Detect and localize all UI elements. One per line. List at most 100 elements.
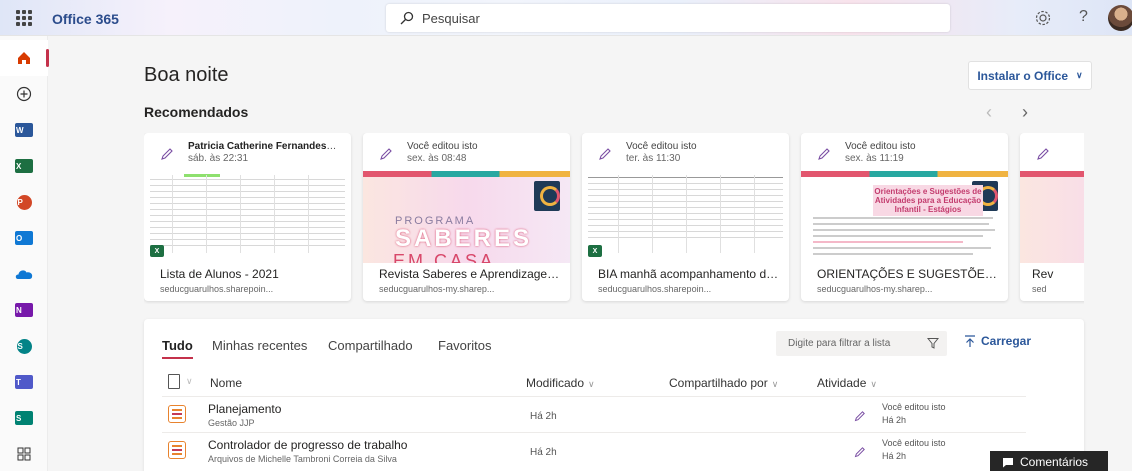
card-thumbnail: PROGRAMA SABERES EM CASA: [363, 171, 570, 263]
rail-sway[interactable]: S: [0, 400, 48, 436]
recommended-card[interactable]: Patricia Catherine Fernandes e... sáb. à…: [144, 133, 351, 301]
rail-teams[interactable]: T: [0, 364, 48, 400]
card-site: seducguarulhos.sharepoin...: [160, 284, 274, 294]
search-input[interactable]: [422, 10, 922, 26]
excel-icon: X: [15, 159, 33, 173]
recommended-card[interactable]: Você editou isto sex. às 11:19 Orientaçõ…: [801, 133, 1008, 301]
powerpoint-icon: P: [16, 194, 32, 210]
card-activity: Você editou isto ter. às 11:30: [582, 133, 789, 171]
card-activity-time: sáb. às 22:31: [188, 153, 249, 164]
card-site: sed: [1032, 284, 1047, 294]
comment-icon: [1003, 457, 1013, 467]
feedback-label: Comentários: [1020, 455, 1089, 469]
add-icon: [16, 86, 32, 102]
edit-pencil-icon: [854, 447, 865, 458]
card-activity-text: Você editou isto: [407, 141, 478, 152]
edit-pencil-icon: [599, 148, 611, 160]
promo-subtitle-text: EM CASA: [393, 251, 496, 263]
column-shared-by[interactable]: Compartilhado por ∨: [669, 376, 778, 390]
app-launcher-icon[interactable]: [14, 8, 34, 28]
card-activity-text: Patricia Catherine Fernandes e...: [188, 141, 338, 152]
file-name[interactable]: Planejamento: [208, 402, 281, 416]
edit-pencil-icon: [818, 148, 830, 160]
tab-favorites[interactable]: Favoritos: [438, 338, 491, 353]
file-activity: Você editou isto: [882, 402, 946, 412]
rail-onenote[interactable]: N: [0, 292, 48, 328]
promo-title-text: SABERES: [395, 225, 533, 252]
card-title: Lista de Alunos - 2021: [160, 267, 279, 281]
page-title: Boa noite: [144, 64, 229, 86]
feedback-button[interactable]: Comentários: [990, 451, 1108, 471]
recommended-card[interactable]: Você editou isto ter. às 11:30 X BIA man…: [582, 133, 789, 301]
top-bar: Office 365 ?: [0, 0, 1132, 36]
card-activity-text: Você editou isto: [626, 141, 697, 152]
upload-icon: [965, 334, 975, 347]
recommended-heading: Recomendados: [144, 104, 249, 120]
rail-powerpoint[interactable]: P: [0, 184, 48, 220]
tab-recent[interactable]: Minhas recentes: [212, 338, 307, 353]
rail-home[interactable]: [0, 40, 49, 76]
upload-button[interactable]: Carregar: [964, 334, 1031, 348]
edit-pencil-icon: [380, 148, 392, 160]
rail-sharepoint[interactable]: S: [0, 328, 48, 364]
file-activity-time: Há 2h: [882, 451, 907, 461]
file-modified: Há 2h: [530, 447, 557, 458]
files-panel: Tudo Minhas recentes Compartilhado Favor…: [144, 319, 1084, 471]
filter-box[interactable]: [776, 331, 947, 356]
card-activity-text: Você editou isto: [845, 141, 916, 152]
home-icon: [18, 52, 30, 64]
rail-create[interactable]: [0, 76, 48, 112]
teams-icon: T: [15, 375, 33, 389]
help-button[interactable]: ?: [1079, 8, 1088, 26]
edit-pencil-icon: [854, 411, 865, 422]
app-name[interactable]: Office 365: [52, 11, 119, 27]
all-apps-icon: [17, 447, 31, 461]
tab-shared[interactable]: Compartilhado: [328, 338, 413, 353]
file-location: Gestão JJP: [208, 418, 255, 428]
recommended-card[interactable]: Você editou isto sex. às 08:48 PROGRAMA …: [363, 133, 570, 301]
chevron-down-icon[interactable]: ∨: [186, 376, 193, 387]
file-name[interactable]: Controlador de progresso de trabalho: [208, 438, 407, 452]
rail-outlook[interactable]: O: [0, 220, 48, 256]
onedrive-icon: [15, 270, 33, 279]
main-content: Boa noite Instalar o Office ∨ Recomendad…: [48, 36, 1132, 471]
search-box[interactable]: [386, 4, 950, 32]
word-icon: W: [15, 123, 33, 137]
rail-word[interactable]: W: [0, 112, 48, 148]
card-title: Revista Saberes e Aprendizagem - ...: [379, 267, 565, 281]
file-type-column-icon[interactable]: [168, 374, 180, 389]
card-activity-time: sex. às 11:19: [845, 153, 904, 164]
upload-label: Carregar: [981, 334, 1032, 348]
onenote-icon: N: [15, 303, 33, 317]
column-activity[interactable]: Atividade ∨: [817, 376, 877, 390]
rail-onedrive[interactable]: [0, 256, 48, 292]
avatar[interactable]: [1108, 5, 1132, 31]
column-name[interactable]: Nome: [210, 376, 242, 390]
app-rail: W X P O N S T S: [0, 36, 49, 471]
filter-input[interactable]: [788, 338, 918, 349]
file-row[interactable]: Planejamento Gestão JJP Há 2h Você edito…: [162, 396, 1026, 432]
card-thumbnail: X: [582, 171, 789, 263]
carousel-prev-icon[interactable]: ‹: [986, 102, 992, 123]
filter-icon[interactable]: [927, 337, 939, 349]
rail-excel[interactable]: X: [0, 148, 48, 184]
card-thumbnail: Orientações e Sugestões de Atividades pa…: [801, 171, 1008, 263]
install-office-button[interactable]: Instalar o Office ∨: [968, 61, 1092, 90]
card-thumbnail: X: [144, 171, 351, 263]
file-activity: Você editou isto: [882, 438, 946, 448]
file-row[interactable]: Controlador de progresso de trabalho Arq…: [162, 432, 1026, 468]
recommended-card[interactable]: Rev sed: [1020, 133, 1084, 301]
outlook-icon: O: [15, 231, 33, 245]
rail-all-apps[interactable]: [0, 436, 48, 471]
recommended-carousel: Patricia Catherine Fernandes e... sáb. à…: [144, 133, 1084, 304]
carousel-next-icon[interactable]: ›: [1022, 102, 1028, 123]
column-modified[interactable]: Modificado ∨: [526, 376, 595, 390]
sway-icon: S: [15, 411, 33, 425]
search-icon: [400, 11, 414, 25]
file-type-icon: [168, 441, 186, 459]
tab-all[interactable]: Tudo: [162, 338, 193, 359]
edit-pencil-icon: [161, 148, 173, 160]
settings-gear-icon[interactable]: [1034, 9, 1052, 27]
excel-icon: X: [150, 245, 164, 257]
sharepoint-icon: S: [16, 338, 32, 354]
